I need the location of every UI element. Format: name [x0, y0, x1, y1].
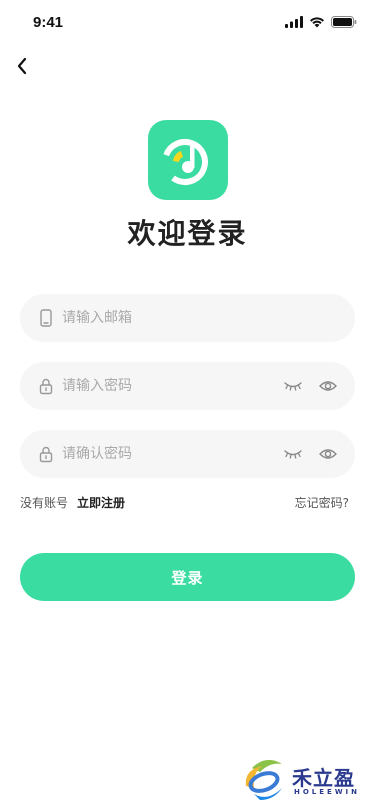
page-title: 欢迎登录: [127, 217, 248, 250]
lock-icon: [39, 446, 53, 463]
auth-links: 没有账号 立即注册 忘记密码?: [20, 494, 355, 514]
email-field[interactable]: [20, 294, 355, 342]
status-bar: 9:41: [0, 0, 375, 44]
eye-icon[interactable]: [319, 446, 337, 462]
phone-icon: [40, 309, 52, 327]
password-field[interactable]: [20, 362, 355, 410]
status-time: 9:41: [33, 14, 64, 31]
back-button[interactable]: [10, 54, 34, 78]
register-link[interactable]: 立即注册: [77, 494, 125, 511]
battery-icon: [331, 16, 357, 28]
confirm-password-field[interactable]: [20, 430, 355, 478]
eye-closed-icon[interactable]: [283, 379, 303, 393]
no-account-text: 没有账号: [20, 496, 69, 510]
watermark-name: 禾立盈: [292, 766, 355, 790]
watermark-logo: 禾立盈 HOLEEWIN: [242, 752, 367, 808]
signal-icon: [285, 16, 303, 28]
email-input[interactable]: [62, 294, 272, 342]
password-input[interactable]: [62, 362, 272, 410]
status-icons: [285, 16, 357, 28]
confirm-password-input[interactable]: [62, 430, 272, 478]
login-button[interactable]: 登录: [20, 553, 355, 601]
lock-icon: [39, 378, 53, 395]
eye-closed-icon[interactable]: [283, 447, 303, 461]
app-logo: [148, 120, 228, 200]
chevron-left-icon: [17, 57, 27, 75]
music-note-icon: [162, 139, 208, 185]
forgot-password-link[interactable]: 忘记密码?: [295, 494, 349, 511]
watermark-emblem-icon: [245, 759, 282, 800]
watermark-subtitle: HOLEEWIN: [294, 788, 361, 796]
wifi-icon: [310, 17, 324, 28]
eye-icon[interactable]: [319, 378, 337, 394]
